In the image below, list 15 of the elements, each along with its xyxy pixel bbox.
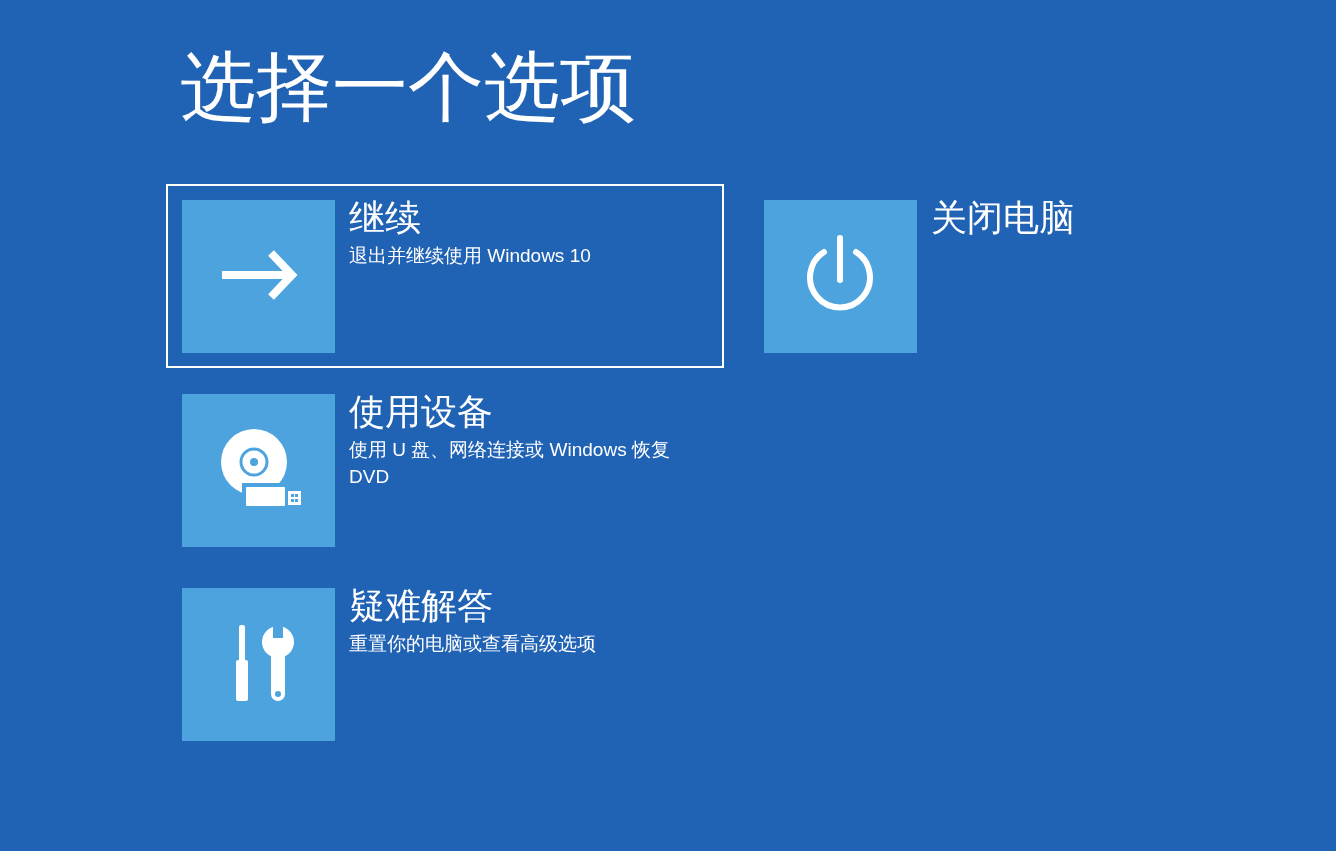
option-button[interactable]: 使用设备 使用 U 盘、网络连接或 Windows 恢复 DVD bbox=[166, 378, 724, 562]
option-button[interactable]: 关闭电脑 bbox=[748, 184, 1306, 368]
page-title: 选择一个选项 bbox=[180, 44, 637, 130]
option-title: 关闭电脑 bbox=[931, 196, 1076, 240]
option-description: 退出并继续使用 Windows 10 bbox=[349, 244, 592, 268]
power-icon bbox=[764, 200, 917, 353]
option-title: 使用设备 bbox=[349, 390, 494, 434]
option-description: 使用 U 盘、网络连接或 Windows 恢复 DVD bbox=[349, 438, 671, 489]
option-button[interactable]: 继续 退出并继续使用 Windows 10 bbox=[166, 184, 724, 368]
option-title: 疑难解答 bbox=[349, 584, 494, 628]
option-description: 重置你的电脑或查看高级选项 bbox=[349, 632, 597, 656]
screwdriver-wrench-icon bbox=[182, 588, 335, 741]
option-button[interactable]: 疑难解答 重置你的电脑或查看高级选项 bbox=[166, 572, 724, 756]
disc-usb-icon bbox=[182, 394, 335, 547]
option-title: 继续 bbox=[349, 196, 422, 240]
